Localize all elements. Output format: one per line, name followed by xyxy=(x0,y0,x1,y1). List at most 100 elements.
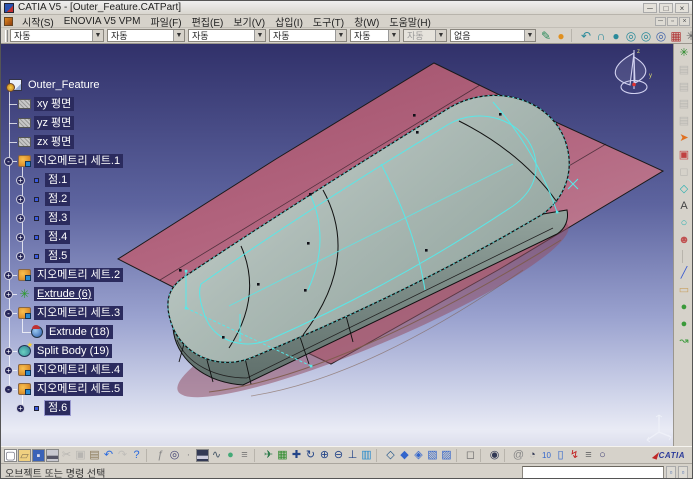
tree-item-label[interactable]: 지오메트리 세트.3 xyxy=(34,306,123,320)
tree-item-geometrical-set-4[interactable]: + 지오메트리 세트.4 xyxy=(18,361,123,379)
globe-search-1-icon[interactable]: ◎ xyxy=(624,29,638,43)
select-pointer-icon[interactable]: ➤ xyxy=(677,131,692,145)
compass-origin-dot[interactable] xyxy=(632,83,636,87)
expand-icon[interactable]: + xyxy=(4,290,13,299)
safe-save-icon[interactable]: ● xyxy=(224,449,237,462)
expand-icon[interactable]: + xyxy=(16,404,25,413)
collapse-icon[interactable]: - xyxy=(4,309,13,318)
tree-item-zx-plane[interactable]: zx 평면 xyxy=(18,133,74,151)
zoom-in-icon[interactable]: ⊕ xyxy=(318,449,331,462)
revolve-surface-icon[interactable]: ● xyxy=(677,317,692,331)
tree-item-label[interactable]: 지오메트리 세트.4 xyxy=(34,363,123,377)
toolbar-grip[interactable] xyxy=(5,30,8,42)
insert-tool-icon[interactable]: ◻ xyxy=(677,165,692,179)
new-document-icon[interactable]: ▢ xyxy=(4,449,17,462)
close-button[interactable]: × xyxy=(675,3,689,13)
minimize-button[interactable]: ─ xyxy=(643,3,657,13)
text-annotation-icon[interactable]: A xyxy=(677,199,692,213)
globe-link-icon[interactable]: ◎ xyxy=(654,29,668,43)
tree-item-point-6[interactable]: + 점.6 xyxy=(31,399,70,417)
menu-start[interactable]: 시작(S) xyxy=(17,14,59,29)
tree-item-point-1[interactable]: + 점.1 xyxy=(31,171,70,189)
doc-close-button[interactable]: × xyxy=(679,17,690,26)
filter-combo-3[interactable]: 자동▼ xyxy=(188,29,266,42)
menu-view[interactable]: 보기(V) xyxy=(228,14,270,29)
tree-item-label[interactable]: 점.6 xyxy=(45,401,70,415)
pigment-icon[interactable]: ● xyxy=(554,29,568,43)
tree-item-label[interactable]: Split Body (19) xyxy=(34,344,112,358)
create-views-icon[interactable]: ▥ xyxy=(360,449,373,462)
zoom-out-icon[interactable]: ⊖ xyxy=(332,449,345,462)
tree-item-label[interactable]: 지오메트리 세트.1 xyxy=(34,154,123,168)
menu-insert[interactable]: 삽입(I) xyxy=(270,14,308,29)
plane-surface-icon[interactable]: ▭ xyxy=(677,283,692,297)
maximize-button[interactable]: □ xyxy=(659,3,673,13)
expand-icon[interactable]: + xyxy=(4,271,13,280)
magnifier-disc-icon[interactable]: ● xyxy=(609,29,623,43)
ellipse-tool-icon[interactable]: ○ xyxy=(596,449,609,462)
collapse-icon[interactable]: - xyxy=(4,385,13,394)
circle-icon[interactable]: ○ xyxy=(677,216,692,230)
expand-icon[interactable]: + xyxy=(16,195,25,204)
tree-item-label[interactable]: Extrude (18) xyxy=(46,325,113,339)
measure-icon[interactable]: 10 xyxy=(540,449,553,462)
command-input[interactable] xyxy=(522,466,664,479)
at-mention-icon[interactable]: @ xyxy=(512,449,525,462)
tree-item-label[interactable]: yz 평면 xyxy=(34,116,74,130)
menu-file[interactable]: 파일(F) xyxy=(145,14,186,29)
plane-icon[interactable]: ◇ xyxy=(677,182,692,196)
tree-item-label[interactable]: 점.4 xyxy=(45,230,70,244)
datum-grid-icon[interactable]: ▦ xyxy=(669,29,683,43)
menu-tools[interactable]: 도구(T) xyxy=(308,14,349,29)
tree-item-geometrical-set-1[interactable]: - 지오메트리 세트.1 xyxy=(18,152,123,170)
chronometer-icon[interactable]: ◔ xyxy=(526,449,539,462)
tree-item-geometrical-set-5[interactable]: - 지오메트리 세트.5 xyxy=(18,380,123,398)
tree-item-label[interactable]: 점.2 xyxy=(45,192,70,206)
tree-item-label[interactable]: Outer_Feature xyxy=(25,78,103,92)
open-body-icon[interactable]: ▣ xyxy=(677,148,692,162)
tree-item-label[interactable]: 지오메트리 세트.5 xyxy=(34,382,123,396)
macro-icon[interactable]: · xyxy=(182,449,195,462)
context-help-icon[interactable]: ? xyxy=(130,449,143,462)
chevron-down-icon[interactable]: ▼ xyxy=(254,30,265,41)
manikin-icon[interactable]: ☻ xyxy=(677,233,692,247)
filter-combo-5[interactable]: 자동▼ xyxy=(350,29,400,42)
viewport[interactable]: z y ✳▤▤▤▤➤▣◻◇A○☻╱▭●●↝ xyxy=(1,44,693,446)
tree-item-label[interactable]: 점.5 xyxy=(45,249,70,263)
paintbrush-icon[interactable]: ✎ xyxy=(539,29,553,43)
tree-item-point-3[interactable]: + 점.3 xyxy=(31,209,70,227)
isometric-view-icon[interactable]: ◻ xyxy=(464,449,477,462)
constraint-icon[interactable]: ↯ xyxy=(568,449,581,462)
doc-restore-button[interactable]: ▫ xyxy=(667,17,678,26)
expand-icon[interactable]: + xyxy=(16,233,25,242)
command-history-button[interactable]: ▫ xyxy=(666,466,676,479)
tree-item-label[interactable]: 점.3 xyxy=(45,211,70,225)
menu-help[interactable]: 도움말(H) xyxy=(384,14,435,29)
rotate-icon[interactable]: ↻ xyxy=(304,449,317,462)
expand-icon[interactable]: + xyxy=(16,252,25,261)
measure-item-icon[interactable]: ▯ xyxy=(554,449,567,462)
shaded-mode-icon[interactable]: ◆ xyxy=(398,449,411,462)
tree-item-yz-plane[interactable]: yz 평면 xyxy=(18,114,74,132)
menu-window[interactable]: 창(W) xyxy=(349,14,384,29)
paste-icon[interactable]: ▤ xyxy=(88,449,101,462)
tree-item-label[interactable]: Extrude (6) xyxy=(34,287,94,301)
multi-view-icon[interactable]: ▦ xyxy=(276,449,289,462)
redo-icon[interactable]: ↷ xyxy=(116,449,129,462)
tree-item-split-body-19[interactable]: + Split Body (19) xyxy=(18,342,112,360)
chevron-down-icon[interactable]: ▼ xyxy=(388,30,399,41)
tree-item-label[interactable]: 지오메트리 세트.2 xyxy=(34,268,123,282)
arc-view-icon[interactable]: ∩ xyxy=(594,29,608,43)
tree-item-point-2[interactable]: + 점.2 xyxy=(31,190,70,208)
tree-item-extrude-18[interactable]: Extrude (18) xyxy=(31,323,113,341)
function-knowledge-icon[interactable]: ƒ xyxy=(154,449,167,462)
globe-search-2-icon[interactable]: ◎ xyxy=(639,29,653,43)
tree-item-point-4[interactable]: + 점.4 xyxy=(31,228,70,246)
open-document-icon[interactable]: ▱ xyxy=(18,449,31,462)
chevron-down-icon[interactable]: ▼ xyxy=(173,30,184,41)
view-tool-3-icon[interactable]: ▤ xyxy=(677,97,692,111)
menu-enovia[interactable]: ENOVIA V5 VPM xyxy=(59,16,146,27)
tree-item-point-5[interactable]: + 점.5 xyxy=(31,247,70,265)
tree-item-xy-plane[interactable]: xy 평면 xyxy=(18,95,74,113)
quick-render-mode-icon[interactable]: ▧ xyxy=(426,449,439,462)
